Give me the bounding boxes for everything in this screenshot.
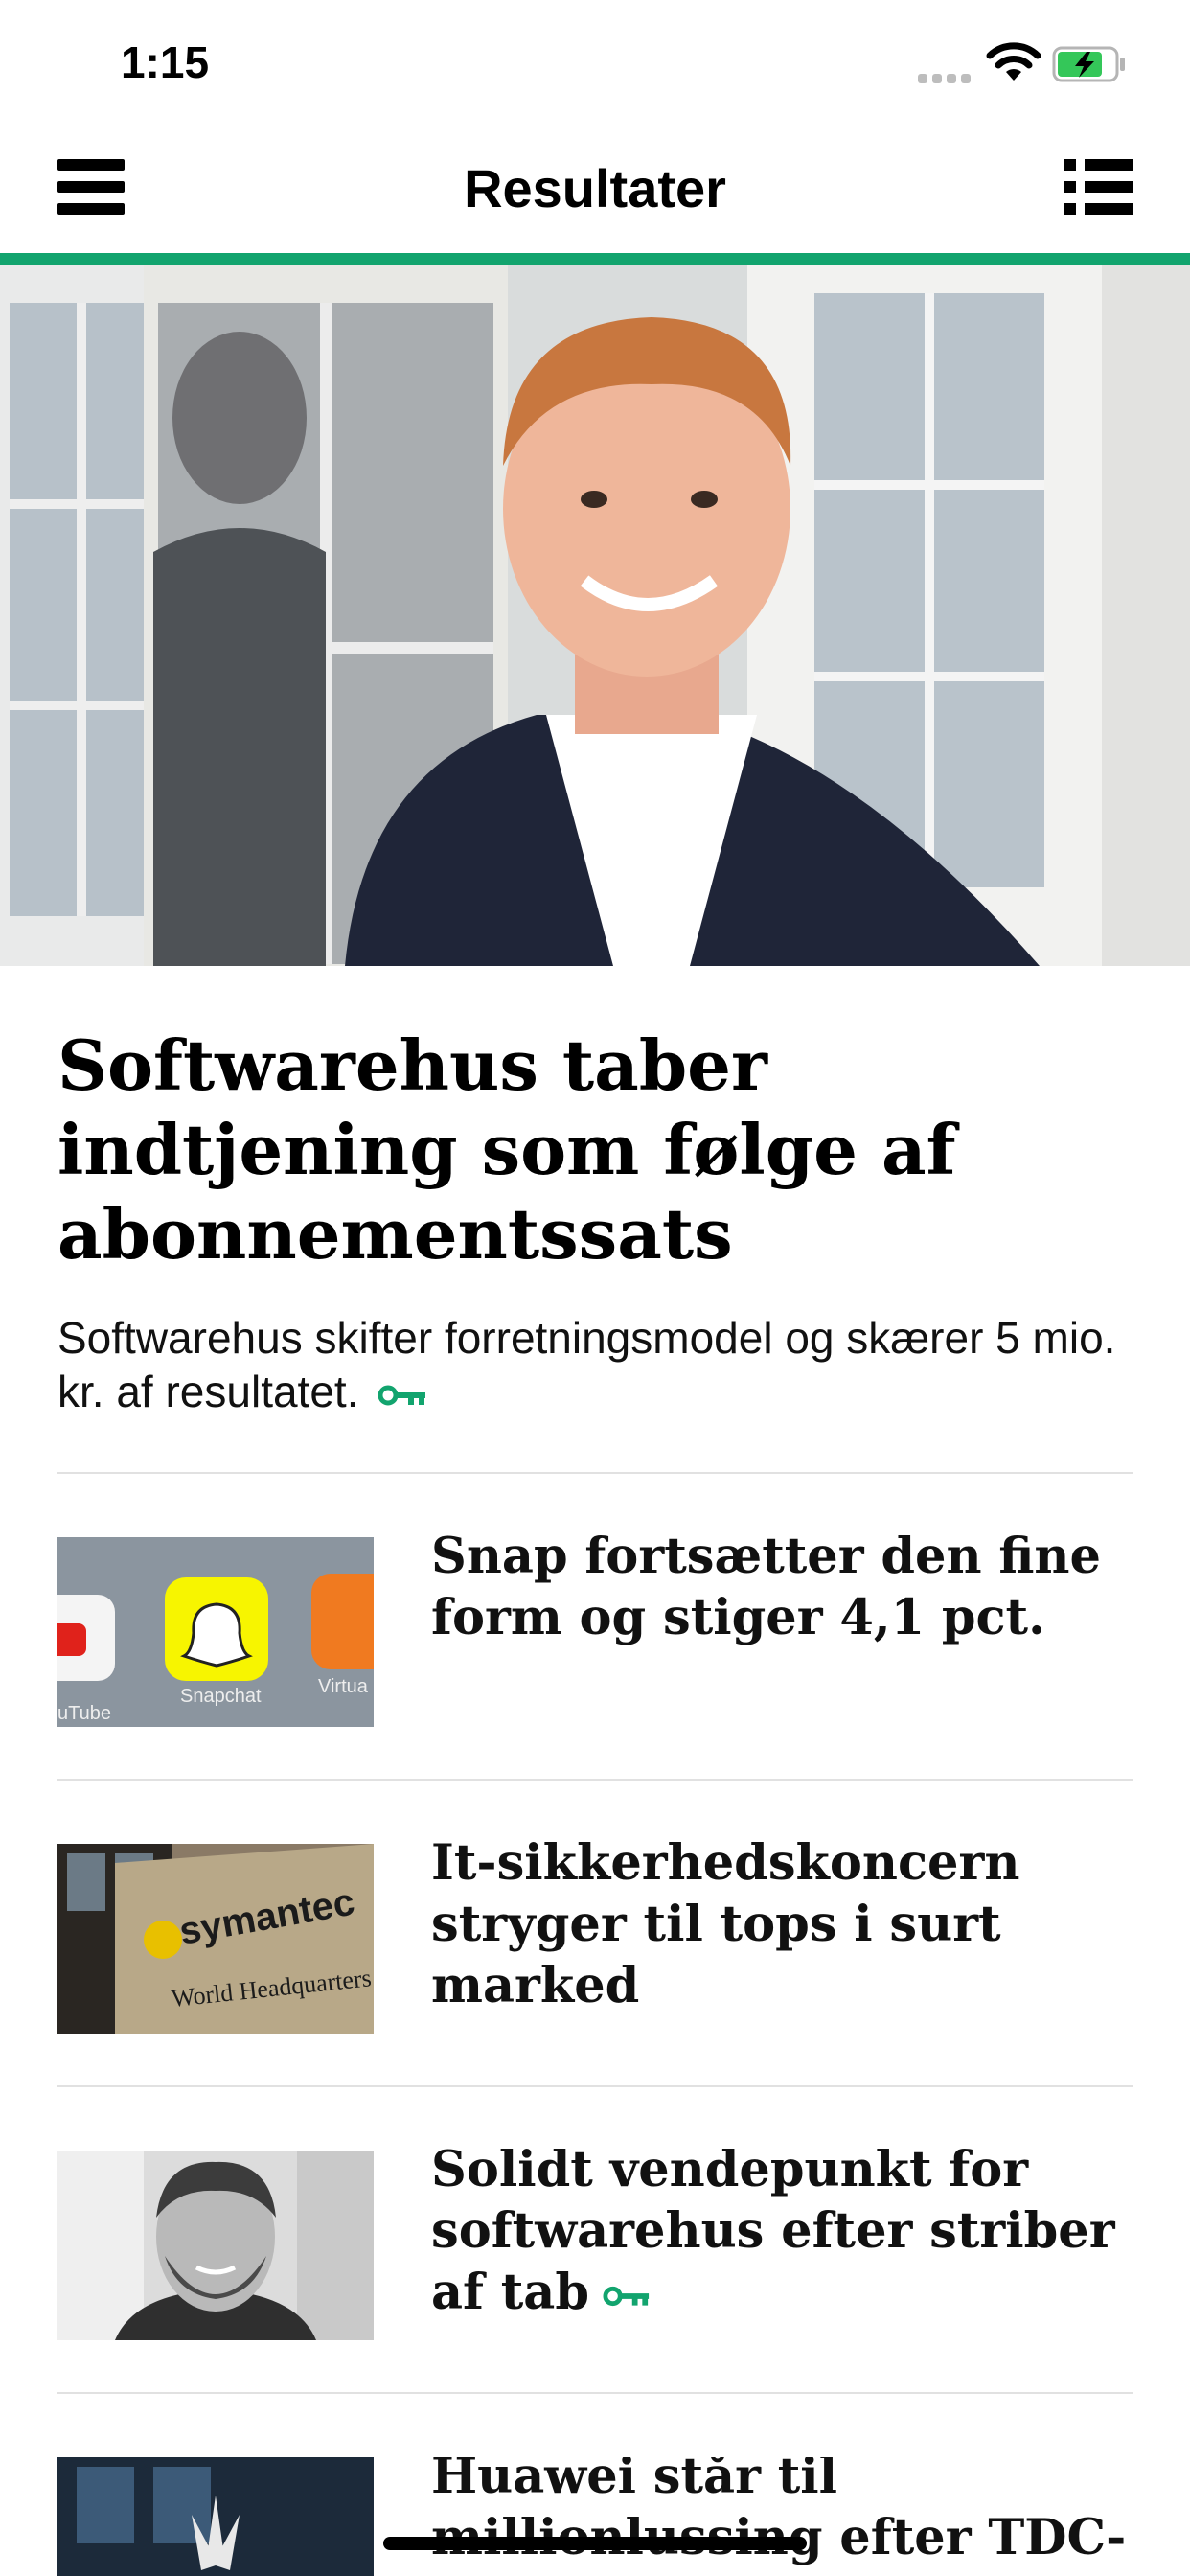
battery-charging-icon bbox=[1052, 46, 1125, 82]
key-icon bbox=[603, 2286, 650, 2307]
key-icon bbox=[378, 1385, 426, 1406]
article-thumbnail: uTube Snapchat Virtua bbox=[57, 1537, 374, 1727]
divider bbox=[57, 1779, 1133, 1781]
status-time: 1:15 bbox=[121, 37, 210, 87]
article-title-text: Solidt vendepunkt for softwarehus efter … bbox=[431, 2141, 1115, 2321]
article-thumbnail: symantec World Headquarters bbox=[57, 1844, 374, 2034]
virtual-app-label: Virtua bbox=[318, 1676, 369, 1697]
status-bar: 1:15 bbox=[0, 0, 1190, 130]
list-item[interactable]: Huawei står til millionlussing efter TDC… bbox=[0, 2457, 1190, 2576]
wifi-icon bbox=[986, 42, 1041, 80]
hero-article-title[interactable]: Softwarehus taber indtjening som følge a… bbox=[57, 1024, 1140, 1276]
hero-photo-illustration bbox=[0, 264, 1190, 966]
cellular-signal-icon bbox=[918, 71, 975, 83]
home-indicator[interactable] bbox=[383, 2537, 807, 2550]
divider bbox=[57, 1472, 1133, 1474]
accent-divider bbox=[0, 253, 1190, 264]
list-item[interactable]: symantec World Headquarters It-sikkerhed… bbox=[0, 1834, 1190, 2150]
article-title: Solidt vendepunkt for softwarehus efter … bbox=[431, 2139, 1140, 2323]
article-thumbnail bbox=[57, 2457, 374, 2576]
article-title: Snap fortsætter den fine form og stiger … bbox=[431, 1528, 1101, 1646]
divider bbox=[57, 2085, 1133, 2087]
list-item[interactable]: Solidt vendepunkt for softwarehus efter … bbox=[0, 2141, 1190, 2457]
youtube-app-label: uTube bbox=[57, 1703, 111, 1724]
navigation-bar: Resultater bbox=[0, 130, 1190, 255]
page-title: Resultater bbox=[464, 158, 726, 218]
list-view-icon[interactable] bbox=[1064, 159, 1133, 215]
article-thumbnail bbox=[57, 2150, 374, 2340]
snapchat-app-label: Snapchat bbox=[180, 1686, 262, 1707]
list-item[interactable]: uTube Snapchat Virtua Snap fortsætter de… bbox=[0, 1528, 1190, 1844]
hero-article-summary[interactable]: Softwarehus skifter forretningsmodel og … bbox=[57, 1311, 1140, 1418]
divider bbox=[57, 2392, 1133, 2394]
article-title: It-sikkerhedskoncern stryger til tops i … bbox=[431, 1834, 1020, 2014]
hero-article-image[interactable] bbox=[0, 264, 1190, 966]
hero-summary-text: Softwarehus skifter forretningsmodel og … bbox=[57, 1313, 1116, 1416]
article-title: Huawei står til millionlussing efter TDC… bbox=[431, 2457, 1127, 2566]
